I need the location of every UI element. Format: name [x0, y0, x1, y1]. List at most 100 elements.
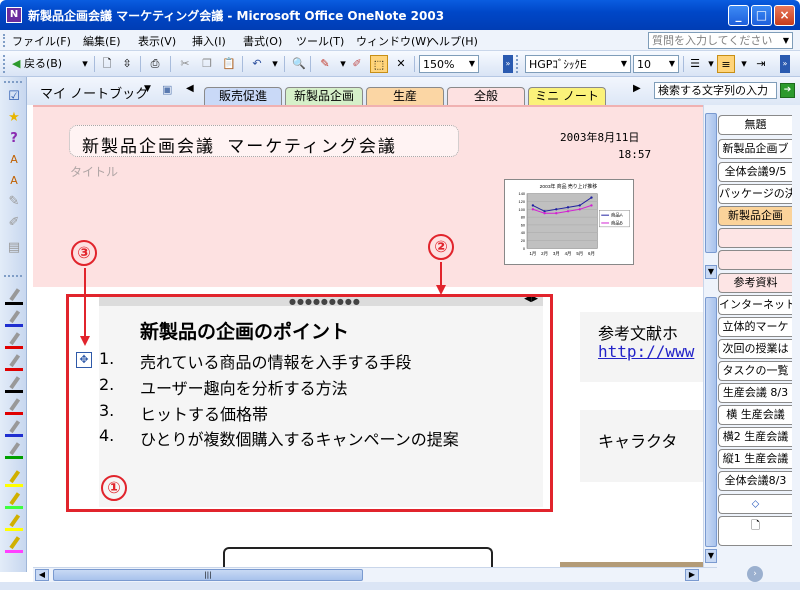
delete-icon[interactable]: ✕ [392, 55, 410, 73]
toolbar-grip[interactable] [4, 275, 22, 278]
tag-icon[interactable]: ✐ [6, 215, 22, 231]
page-tab[interactable]: タスクの一覧 [718, 361, 792, 381]
vertical-scroll-thumb-2[interactable] [705, 297, 717, 547]
reference-outline[interactable]: 参考文献ホ http://www [580, 312, 703, 382]
menu-format[interactable]: 書式(O) [243, 33, 282, 49]
section-tab-mini-note[interactable]: ミニ ノート [528, 87, 606, 106]
print-icon[interactable]: ⎙ [146, 55, 164, 73]
maximize-button[interactable]: □ [751, 5, 772, 26]
flag-icon[interactable]: ✎ [6, 194, 22, 210]
notebook-options-icon[interactable]: ▣ [162, 83, 172, 96]
toolbar-grip[interactable] [516, 55, 520, 73]
pen-black-icon[interactable] [5, 287, 23, 307]
page-tab[interactable]: 全体会議9/5 [718, 162, 792, 182]
page-tabs-scroll-icon[interactable]: ⬦ [718, 494, 792, 514]
character-text[interactable]: キャラクタ [598, 428, 677, 452]
pen-icon[interactable]: ✎ [316, 55, 334, 73]
section-tab-production[interactable]: 生産 [366, 87, 444, 106]
section-tab-sales[interactable]: 販売促進 [204, 87, 282, 106]
page-tab[interactable]: 立体的マーケ [718, 317, 792, 337]
page-tab[interactable]: 新製品企画 [718, 206, 792, 226]
zoom-select[interactable]: 150% ▼ [419, 55, 479, 73]
page-tab[interactable]: 生産会議 8/3 [718, 383, 792, 403]
onenote-app-icon[interactable]: N [6, 7, 22, 23]
character-outline[interactable]: キャラクタ [580, 410, 703, 482]
close-button[interactable]: × [774, 5, 795, 26]
page-tab[interactable]: 縦1 生産会議 [718, 449, 792, 469]
back-dropdown-icon[interactable]: ▾ [76, 55, 94, 73]
highlighter-yellow-icon[interactable] [5, 469, 23, 489]
highlighter-green-icon[interactable] [5, 491, 23, 511]
todo-checkbox-icon[interactable]: ☑ [6, 89, 22, 105]
horizontal-scrollbar[interactable]: ◀ ||| ▶ [33, 567, 717, 582]
copy-icon[interactable]: ❐ [198, 55, 216, 73]
scroll-down-icon-2[interactable]: ▼ [705, 549, 717, 563]
pen-red-icon[interactable] [5, 331, 23, 351]
notebook-dropdown-icon[interactable]: ▼ [144, 84, 151, 94]
selection-icon[interactable]: ⬚ [370, 55, 388, 73]
page-tab[interactable]: 参考資料 [718, 273, 792, 293]
research-icon[interactable]: 🔍 [290, 55, 308, 73]
page-tab[interactable]: 横 生産会議 [718, 405, 792, 425]
sales-chart[interactable]: 2003年 商品 売り上げ推移 140 120 100 80 60 40 20 01月 2月 3月 4… [504, 179, 634, 265]
chevron-down-icon[interactable]: ▼ [466, 56, 478, 72]
page-tabs-options-icon[interactable]: › [747, 566, 763, 582]
pen-black-2-icon[interactable] [5, 375, 23, 395]
reference-link[interactable]: http://www [598, 342, 694, 361]
back-button[interactable]: ◀ 戻る(B) [12, 55, 74, 73]
question-icon[interactable]: ? [6, 131, 22, 147]
vertical-scrollbar[interactable]: ▼ ▼ [703, 105, 717, 567]
window-titlebar[interactable]: N 新製品企画会議 マーケティング会議 - Microsoft Office O… [0, 0, 800, 30]
menu-insert[interactable]: 挿入(I) [192, 33, 226, 49]
undo-icon[interactable]: ↶ [248, 55, 266, 73]
font-name-select[interactable]: HGPｺﾞｼｯｸE ▼ [525, 55, 631, 73]
highlighter-yellow-2-icon[interactable] [5, 513, 23, 533]
pen-red-2-icon[interactable] [5, 353, 23, 373]
toolbar-grip[interactable] [3, 55, 7, 73]
new-page-icon[interactable]: 🗋 [718, 516, 792, 546]
scroll-down-icon[interactable]: ▼ [705, 265, 717, 279]
eraser-icon[interactable]: ✐ [348, 55, 366, 73]
vertical-scroll-thumb[interactable] [705, 113, 717, 253]
indent-icon[interactable]: ⇥ [752, 55, 770, 73]
menu-help[interactable]: ヘルプ(H) [428, 33, 478, 49]
menu-window[interactable]: ウィンドウ(W) [356, 33, 430, 49]
highlight-b-icon[interactable]: A [6, 173, 22, 189]
pen-blue-2-icon[interactable] [5, 419, 23, 439]
help-search-input[interactable]: 質問を入力してください ▼ [648, 32, 793, 49]
search-go-icon[interactable]: ➔ [780, 83, 795, 98]
scroll-right-icon[interactable]: ▶ [685, 569, 699, 581]
menu-view[interactable]: 表示(V) [138, 33, 176, 49]
page-tab[interactable]: 新製品企画ブ [718, 139, 792, 159]
horizontal-scroll-thumb[interactable]: ||| [53, 569, 363, 581]
highlight-a-icon[interactable]: A [6, 152, 22, 168]
menu-file[interactable]: ファイル(F) [12, 33, 71, 49]
scroll-left-icon[interactable]: ◀ [35, 569, 49, 581]
page-tab[interactable]: 横2 生産会議 [718, 427, 792, 447]
menu-edit[interactable]: 編集(E) [83, 33, 121, 49]
page-tab[interactable]: 次回の授業は [718, 339, 792, 359]
numbering-dropdown-icon[interactable]: ▾ [735, 55, 753, 73]
pen-red-3-icon[interactable] [5, 397, 23, 417]
page-tab[interactable]: インターネット [718, 295, 792, 315]
section-tab-general[interactable]: 全般 [447, 87, 525, 106]
toolbar-grip[interactable] [4, 81, 22, 84]
toolbar-options-icon[interactable]: » [503, 55, 513, 73]
chevron-down-icon[interactable]: ▼ [780, 33, 792, 48]
pen-green-icon[interactable] [5, 441, 23, 461]
chevron-down-icon[interactable]: ▼ [618, 56, 630, 72]
menu-tools[interactable]: ツール(T) [296, 33, 344, 49]
font-size-select[interactable]: 10 ▼ [633, 55, 679, 73]
minimize-button[interactable]: _ [728, 5, 749, 26]
page-tab[interactable]: パッケージの決 [718, 184, 792, 204]
numbering-icon[interactable]: ≡ [717, 55, 735, 73]
highlighter-pink-icon[interactable] [5, 535, 23, 555]
note-flag-icon[interactable]: ▤ [6, 240, 22, 256]
page-title-box[interactable]: 新製品企画会議 マーケティング会議 [69, 125, 459, 157]
tab-scroll-right-icon[interactable]: ▶ [633, 83, 641, 94]
search-input[interactable]: 検索する文字列の入力 [654, 82, 777, 99]
page-tab[interactable]: 無題 [718, 115, 792, 135]
cut-icon[interactable]: ✂ [176, 55, 194, 73]
ink-drawing[interactable] [223, 547, 493, 567]
reference-title[interactable]: 参考文献ホ [598, 320, 678, 344]
